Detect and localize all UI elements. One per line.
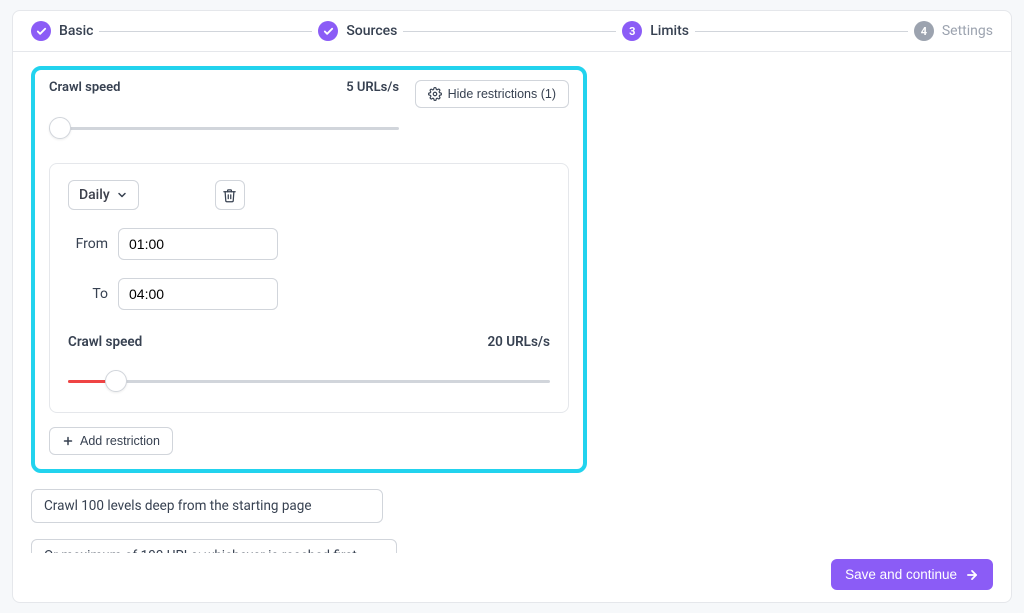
add-restriction-label: Add restriction (80, 434, 160, 448)
wizard-stepper: Basic Sources 3 Limits 4 Settings (13, 11, 1011, 52)
from-label: From (68, 236, 108, 252)
to-label: To (68, 286, 108, 302)
frequency-select[interactable]: Daily (68, 180, 139, 210)
save-continue-button[interactable]: Save and continue (831, 559, 993, 590)
chevron-down-icon (116, 189, 128, 201)
check-icon (31, 21, 51, 41)
restriction-card: Daily From (49, 163, 569, 413)
slider-thumb[interactable] (105, 370, 127, 392)
step-limits[interactable]: 3 Limits (622, 21, 689, 41)
step-label: Sources (346, 23, 397, 39)
hide-restrictions-label: Hide restrictions (1) (448, 87, 556, 101)
add-restriction-button[interactable]: Add restriction (49, 427, 173, 455)
save-continue-label: Save and continue (845, 567, 957, 582)
restriction-speed-value: 20 URLs/s (487, 334, 550, 350)
check-icon (318, 21, 338, 41)
crawl-depth-input[interactable]: Crawl 100 levels deep from the starting … (31, 489, 383, 523)
slider-track (49, 127, 399, 130)
arrow-right-icon (965, 568, 979, 582)
step-label: Settings (942, 23, 993, 39)
step-sources[interactable]: Sources (318, 21, 397, 41)
hide-restrictions-button[interactable]: Hide restrictions (1) (415, 80, 569, 108)
footer: Save and continue (13, 553, 1011, 602)
step-separator (695, 31, 908, 32)
gear-icon (428, 87, 442, 101)
plus-icon (62, 435, 74, 447)
crawl-depth-text: Crawl 100 levels deep from the starting … (44, 498, 312, 514)
max-urls-select[interactable]: Or maximum of 100 URLs; whichever is rea… (31, 539, 397, 553)
step-separator (403, 31, 616, 32)
step-settings[interactable]: 4 Settings (914, 21, 993, 41)
step-label: Limits (650, 23, 689, 39)
step-basic[interactable]: Basic (31, 21, 93, 41)
slider-track (68, 380, 550, 383)
crawl-speed-value: 5 URLs/s (346, 80, 399, 95)
step-number-badge: 4 (914, 21, 934, 41)
step-number-badge: 3 (622, 21, 642, 41)
crawl-speed-section: Crawl speed 5 URLs/s Hide restrictions (… (31, 66, 587, 473)
crawl-speed-label: Crawl speed (49, 80, 120, 95)
crawl-speed-slider[interactable] (49, 113, 399, 141)
trash-icon (222, 188, 237, 203)
step-separator (99, 31, 312, 32)
restriction-speed-slider[interactable] (68, 366, 550, 394)
frequency-value: Daily (79, 187, 110, 203)
from-time-input[interactable] (118, 228, 278, 260)
delete-restriction-button[interactable] (215, 180, 245, 210)
slider-thumb[interactable] (49, 117, 71, 139)
step-label: Basic (59, 23, 93, 39)
to-time-input[interactable] (118, 278, 278, 310)
restriction-speed-label: Crawl speed (68, 334, 142, 350)
